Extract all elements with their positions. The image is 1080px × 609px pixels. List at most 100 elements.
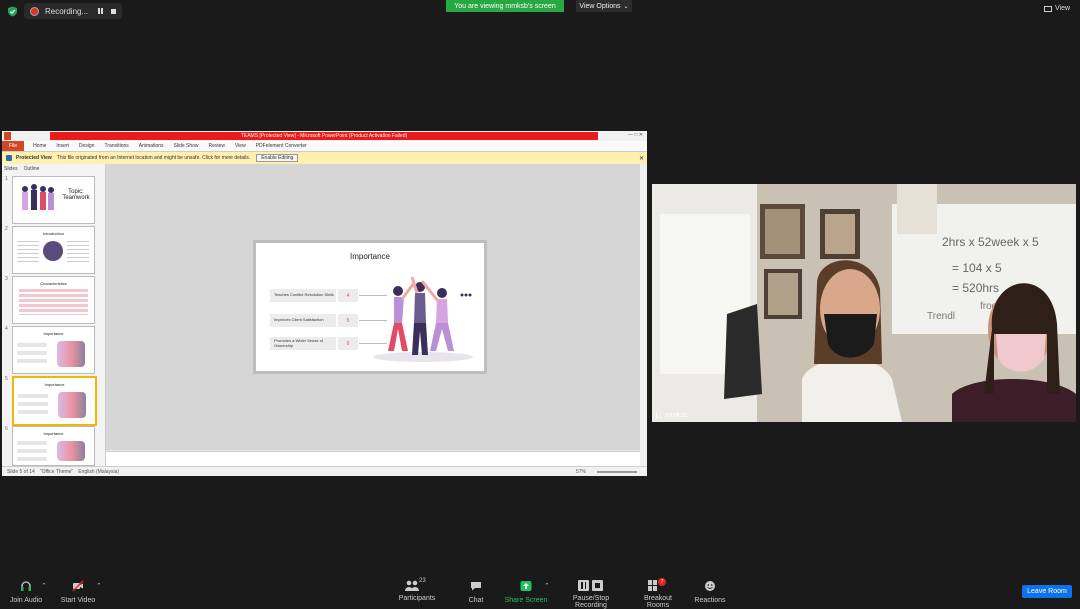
participants-icon xyxy=(405,580,419,591)
chevron-down-icon: ⌄ xyxy=(623,3,629,10)
slide-thumbnail-2[interactable]: Introduction xyxy=(12,226,95,274)
thumb-number: 5 xyxy=(5,376,8,382)
ppt-tab-transitions[interactable]: Transitions xyxy=(105,143,129,149)
thumb-number: 6 xyxy=(5,426,8,432)
ppt-title-text: TEAMS [Protected View] - Microsoft Power… xyxy=(240,133,408,139)
grid-view-icon xyxy=(1044,5,1052,12)
video-off-icon xyxy=(72,580,84,592)
slide-thumbnail-6[interactable]: Importance xyxy=(12,426,95,466)
ppt-window-title: TEAMS [Protected View] - Microsoft Power… xyxy=(50,132,598,140)
ppt-logo-icon xyxy=(4,132,11,140)
participant-video[interactable]: 2hrs x 52week x 5 = 104 x 5 = 520hrs fro… xyxy=(652,184,1076,422)
slide-point-1: Teaches Conflict Resolution Skills xyxy=(270,289,336,302)
thumb-title: Importance xyxy=(44,382,65,387)
zoom-slider[interactable] xyxy=(597,470,637,473)
thumb-title: Importance xyxy=(43,431,64,436)
participants-label: Participants xyxy=(398,595,436,602)
pause-icon xyxy=(578,580,589,591)
signal-strength-icon xyxy=(656,413,662,418)
slide-point-2: Improves Client Satisfaction xyxy=(270,314,336,327)
view-options-button[interactable]: View Options ⌄ xyxy=(576,0,632,12)
record-dot-icon xyxy=(30,6,39,16)
viewing-screen-banner: You are viewing mmksb's screen xyxy=(446,0,564,12)
join-audio-label: Join Audio xyxy=(9,597,43,604)
ppt-tab-file[interactable]: File xyxy=(2,141,25,151)
thumb-number: 2 xyxy=(5,226,8,232)
slide-thumbnail-5[interactable]: Importance xyxy=(12,376,97,426)
ppt-tab-pdfelement[interactable]: PDFelement Converter xyxy=(256,143,307,149)
teamwork-high-five-illustration-icon xyxy=(373,276,473,362)
headphones-icon xyxy=(21,581,31,591)
vertical-scrollbar[interactable] xyxy=(640,164,647,466)
chat-label: Chat xyxy=(468,597,484,604)
share-screen-label: Share Screen xyxy=(504,597,548,604)
ppt-tab-insert[interactable]: Insert xyxy=(56,143,69,149)
slide-thumbnail-1[interactable]: Topic: Teamwork xyxy=(12,176,95,224)
leave-room-button[interactable]: Leave Room xyxy=(1022,585,1072,598)
tab-outline[interactable]: Outline xyxy=(24,166,40,172)
recording-label: Recording... xyxy=(45,6,89,16)
pause-stop-recording-button[interactable]: Pause/Stop Recording xyxy=(556,580,626,609)
view-button[interactable]: View xyxy=(1044,5,1070,12)
status-slide-count: Slide 5 of 14 xyxy=(7,468,35,475)
join-audio-button[interactable]: Join Audio xyxy=(8,580,44,604)
status-language: English (Malaysia) xyxy=(78,468,120,475)
protected-view-message[interactable]: This file originated from an Internet lo… xyxy=(57,155,250,161)
stop-icon xyxy=(592,580,603,591)
svg-text:= 520hrs: = 520hrs xyxy=(952,281,999,295)
participants-button[interactable]: 23 Participants xyxy=(398,578,436,602)
participants-count: 23 xyxy=(419,578,426,584)
thumb-title: Topic: Teamwork xyxy=(62,189,90,201)
share-screen-icon xyxy=(520,581,532,591)
thumb-number: 3 xyxy=(5,276,8,282)
status-theme: "Office Theme" xyxy=(39,468,74,475)
ppt-tab-review[interactable]: Review xyxy=(209,143,225,149)
ppt-tab-slide-show[interactable]: Slide Show xyxy=(174,143,199,149)
shield-icon xyxy=(8,6,17,17)
start-video-button[interactable]: Start Video xyxy=(58,580,98,604)
pause-recording-icon[interactable] xyxy=(98,8,103,14)
participant-name-tag: mmksb xyxy=(656,412,688,419)
chevron-up-icon[interactable]: ⌃ xyxy=(544,582,550,590)
ppt-tab-view[interactable]: View xyxy=(235,143,246,149)
smiley-icon xyxy=(705,581,715,591)
reactions-button[interactable]: Reactions xyxy=(694,580,726,604)
slides-pane-tabs: Slides Outline xyxy=(4,166,45,172)
thumb-number: 1 xyxy=(5,176,8,182)
ppt-tab-animations[interactable]: Animations xyxy=(139,143,164,149)
slide-thumbnail-3[interactable]: Characteristics xyxy=(12,276,95,324)
chat-button[interactable]: Chat xyxy=(464,580,488,604)
protected-view-label: Protected View xyxy=(16,155,52,161)
start-video-label: Start Video xyxy=(60,597,96,604)
tab-slides[interactable]: Slides xyxy=(4,166,18,172)
slide-point-3-number: 6 xyxy=(338,337,358,350)
ppt-titlebar: TEAMS [Protected View] - Microsoft Power… xyxy=(2,131,647,141)
thumb-number: 4 xyxy=(5,326,8,332)
protected-shield-icon xyxy=(6,155,12,161)
reactions-label: Reactions xyxy=(694,597,726,604)
current-slide: Importance Teaches Conflict Resolution S… xyxy=(253,240,487,374)
view-options-label: View Options xyxy=(579,2,621,10)
stop-recording-icon[interactable] xyxy=(111,8,116,14)
chevron-up-icon[interactable]: ⌃ xyxy=(41,582,47,590)
chevron-up-icon[interactable]: ⌃ xyxy=(96,582,102,590)
recording-indicator: Recording... xyxy=(24,3,122,19)
svg-text:2hrs x 52week x 5: 2hrs x 52week x 5 xyxy=(942,235,1039,249)
thumb-title: Importance xyxy=(43,331,64,336)
breakout-rooms-button[interactable]: 7 Breakout Rooms xyxy=(632,578,684,609)
ppt-tab-design[interactable]: Design xyxy=(79,143,95,149)
close-icon[interactable]: ✕ xyxy=(639,155,644,162)
enable-editing-button[interactable]: Enable Editing xyxy=(256,154,299,162)
ppt-window-controls[interactable]: — □ ✕ xyxy=(628,132,643,138)
slide-thumbnail-4[interactable]: Importance xyxy=(12,326,95,374)
thumb-title: Characteristics xyxy=(40,281,67,286)
participant-name: mmksb xyxy=(665,412,688,419)
slide-point-2-number: 5 xyxy=(338,314,358,327)
chat-icon xyxy=(471,582,481,591)
share-screen-button[interactable]: Share Screen xyxy=(504,580,548,604)
notes-pane[interactable] xyxy=(106,451,640,467)
slide-point-3: Promotes a Wider Sense of Ownership xyxy=(270,337,336,350)
slides-pane: Slides Outline 1 Topic: Teamwork 2 Intro… xyxy=(2,164,106,466)
ppt-tab-home[interactable]: Home xyxy=(33,143,46,149)
breakout-badge: 7 xyxy=(658,578,666,586)
